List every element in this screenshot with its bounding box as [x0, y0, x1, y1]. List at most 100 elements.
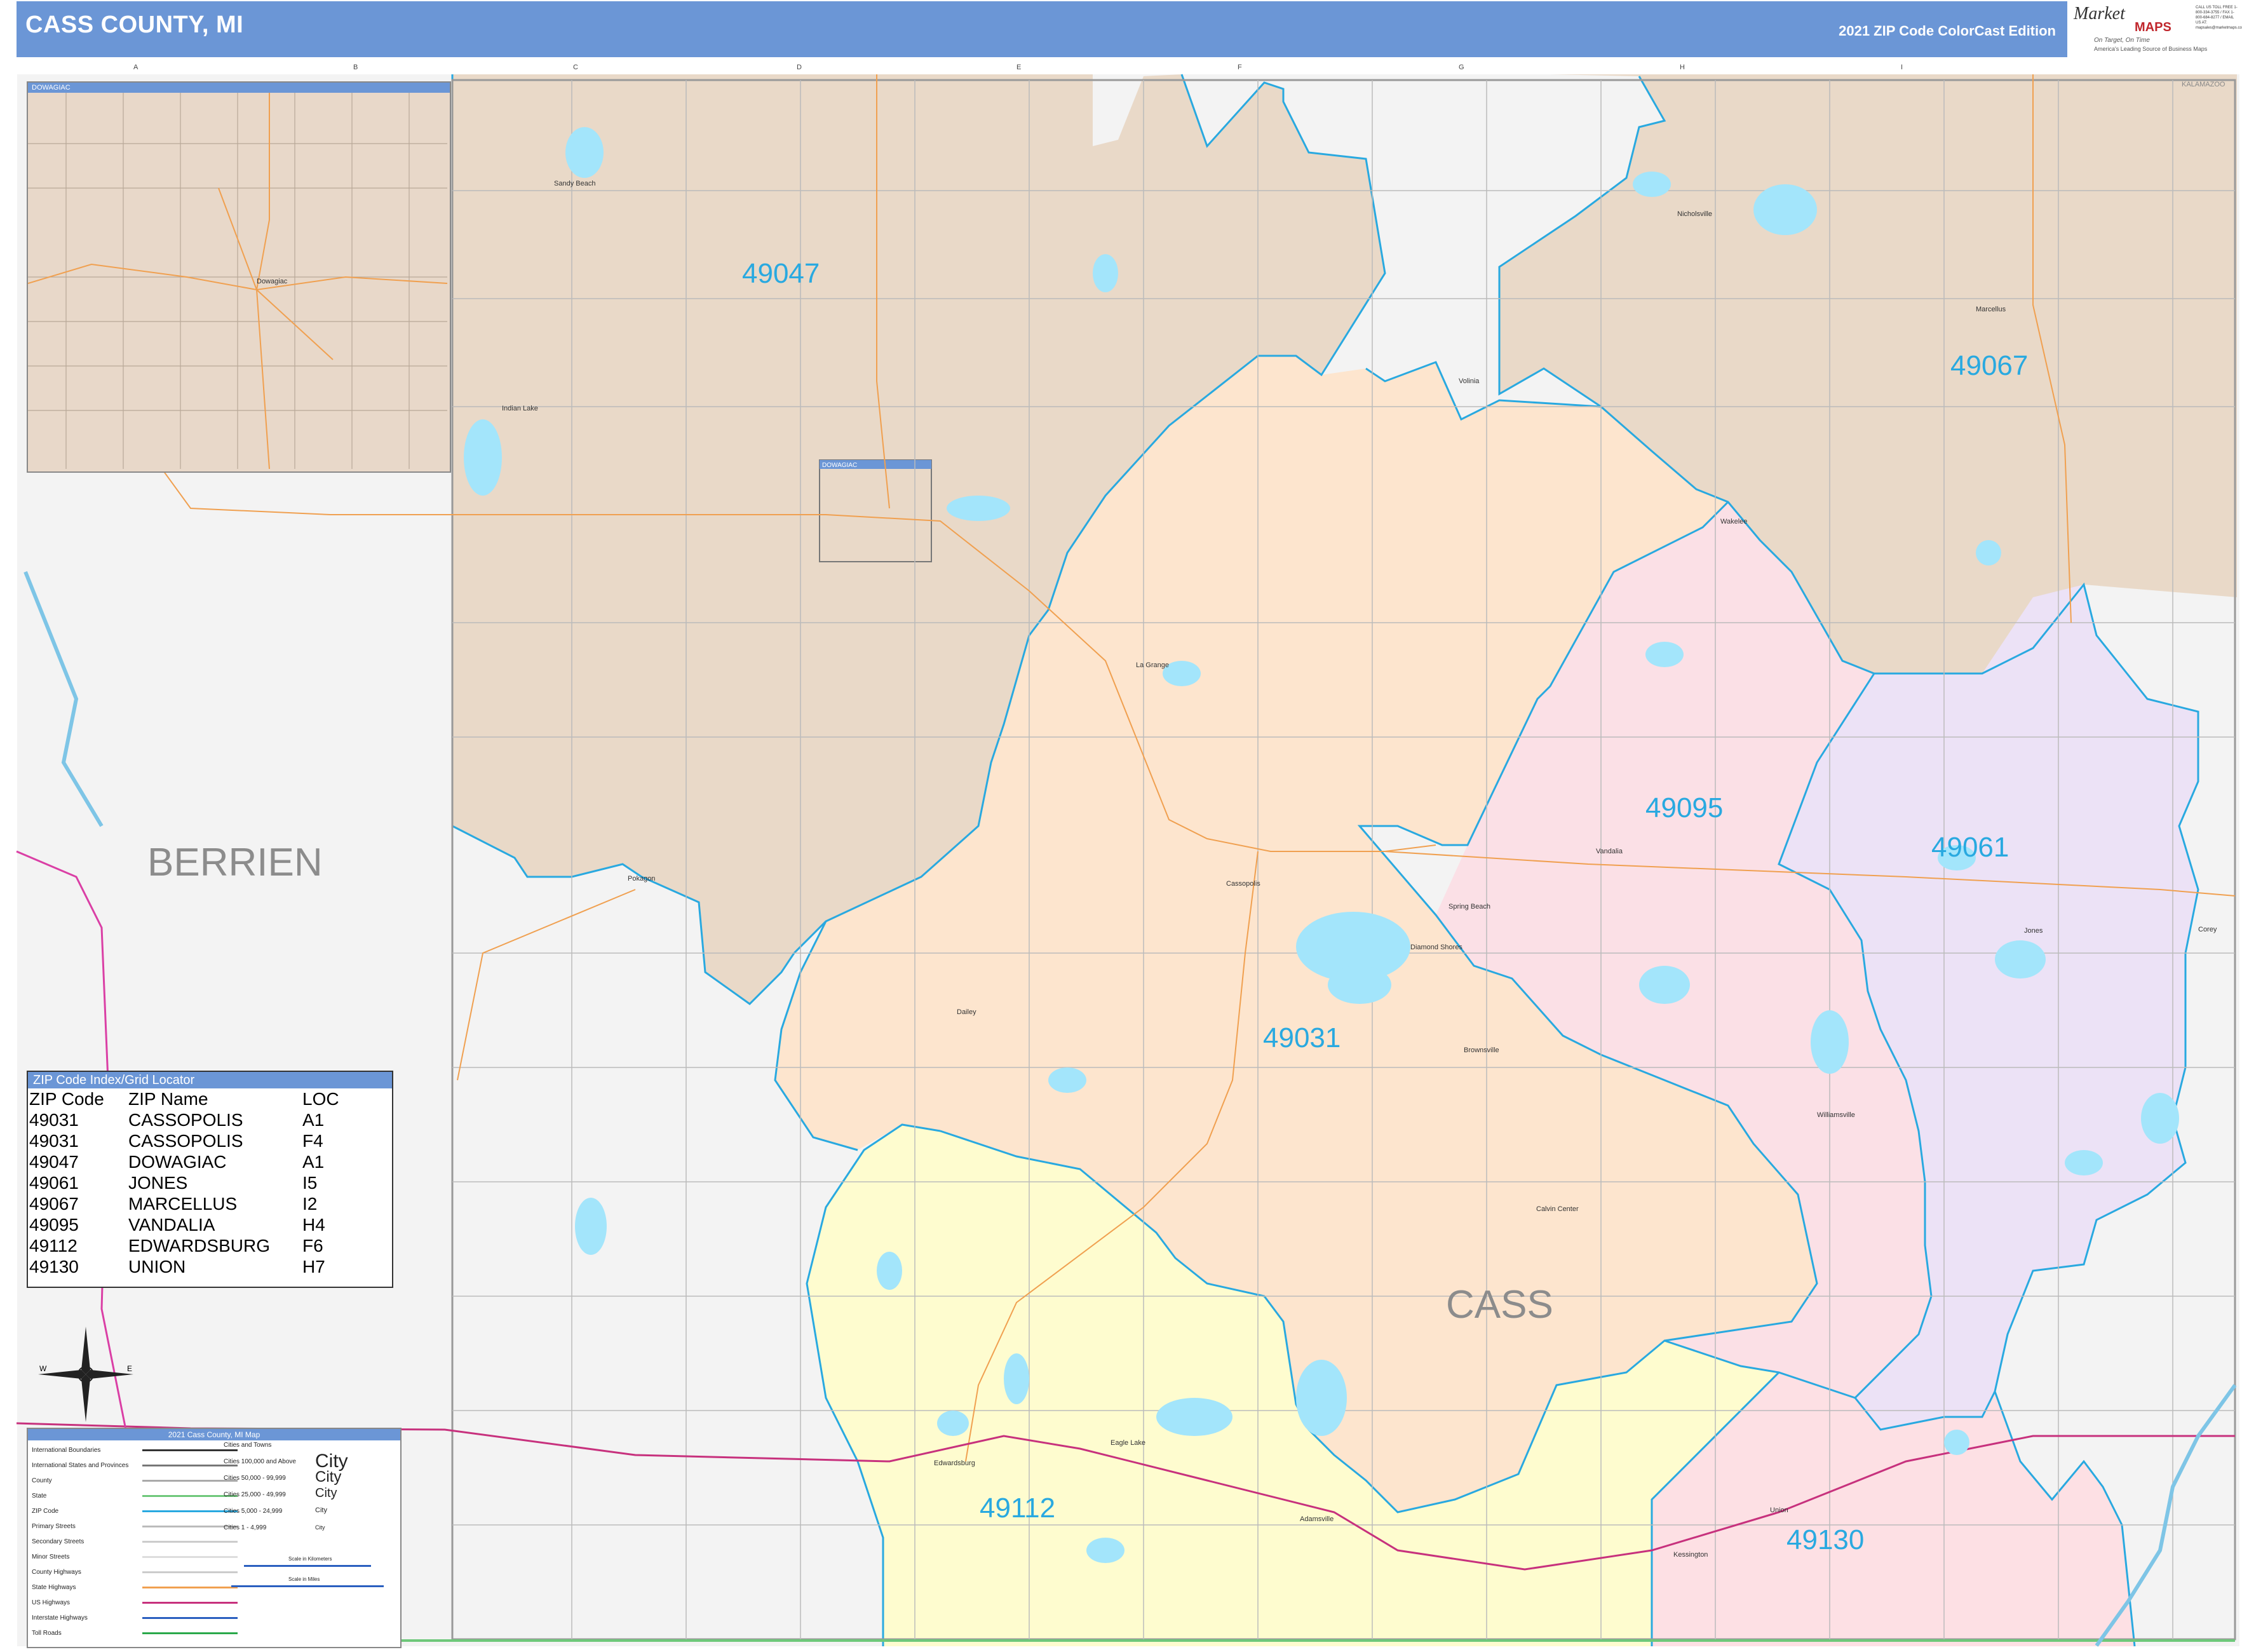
zip-index-header-row: ZIP Code ZIP Name LOC [29, 1088, 342, 1109]
name-cell: UNION [128, 1257, 186, 1276]
legend-cities-header: Cities and Towns [224, 1442, 272, 1449]
scale-km-label: Scale in Kilometers [288, 1556, 332, 1562]
lake [1156, 1398, 1232, 1436]
scale-mi-label: Scale in Miles [288, 1576, 320, 1582]
zip-cell: 49130 [29, 1257, 79, 1276]
table-row: 49047 DOWAGIAC A1 [29, 1151, 342, 1172]
legend-city-class: Cities 25,000 - 49,999 [224, 1491, 286, 1498]
place-label: Dailey [957, 1008, 976, 1016]
legend-city-class: Cities 50,000 - 99,999 [224, 1475, 286, 1482]
table-row: 49112 EDWARDSBURG F6 [29, 1235, 342, 1256]
legend-item: ZIP Code [32, 1508, 59, 1515]
inset-streets: Dowagiac [28, 93, 447, 469]
place-label: Edwardsburg [934, 1459, 975, 1467]
place-label: Vandalia [1596, 848, 1623, 855]
name-cell: VANDALIA [128, 1215, 215, 1235]
lake [565, 127, 604, 178]
col-header: ZIP Code [29, 1089, 104, 1109]
legend-city-sample: City [315, 1468, 342, 1486]
place-label: Diamond Shores [1410, 944, 1462, 951]
edge-label-kalamazoo: KALAMAZOO [2182, 81, 2225, 88]
table-row: 49031 CASSOPOLIS F4 [29, 1130, 342, 1151]
legend-city-class: Cities 1 - 4,999 [224, 1524, 267, 1531]
legend-city-sample: City [315, 1506, 327, 1514]
col-header: ZIP Name [128, 1089, 208, 1109]
place-label: Williamsville [1817, 1111, 1855, 1119]
lake [1093, 254, 1118, 292]
scale-bar-mi [231, 1585, 384, 1587]
zip-cell: 49031 [29, 1131, 79, 1151]
legend-line [142, 1632, 238, 1634]
inset-place-label: Dowagiac [257, 278, 288, 285]
legend-line [142, 1541, 238, 1543]
lake [2065, 1150, 2103, 1175]
dowagiac-inset-map[interactable]: DOWAGIAC Dowagiac [27, 81, 451, 473]
legend-item: Interstate Highways [32, 1615, 88, 1622]
place-label: Wakelee [1720, 518, 1747, 525]
place-label: Corey [2198, 926, 2217, 933]
legend-line [142, 1602, 238, 1604]
lake [1976, 540, 2001, 565]
loc-cell: F4 [302, 1131, 323, 1151]
zip-label-49130: 49130 [1786, 1524, 1864, 1555]
place-label: La Grange [1136, 661, 1169, 669]
lake [947, 496, 1010, 521]
county-label-berrien: BERRIEN [147, 841, 323, 884]
legend-item: County Highways [32, 1569, 81, 1576]
lake [877, 1252, 902, 1290]
lake [1048, 1067, 1086, 1093]
lake [937, 1411, 969, 1436]
name-cell: CASSOPOLIS [128, 1131, 243, 1151]
legend-item: Toll Roads [32, 1630, 62, 1637]
name-cell: MARCELLUS [128, 1194, 238, 1214]
place-label: Pokagon [628, 875, 655, 883]
table-row: 49130 UNION H7 [29, 1256, 342, 1277]
loc-cell: I2 [302, 1194, 318, 1214]
legend-city-class: Cities 100,000 and Above [224, 1458, 296, 1465]
lake [1753, 184, 1817, 235]
zip-index-title: ZIP Code Index/Grid Locator [28, 1072, 392, 1088]
name-cell: CASSOPOLIS [128, 1110, 243, 1130]
zip-cell: 49047 [29, 1152, 79, 1172]
zip-label-49067: 49067 [1950, 350, 2028, 381]
place-label: Indian Lake [502, 405, 538, 412]
place-label: Jones [2024, 927, 2043, 935]
lake [1944, 1430, 1969, 1455]
zip-label-49031: 49031 [1263, 1022, 1340, 1053]
zip-index-table: ZIP Code ZIP Name LOC 49031 CASSOPOLIS A1 … [29, 1088, 342, 1277]
place-label: Volinia [1459, 377, 1480, 385]
compass-s: S [83, 1421, 88, 1422]
zip-cell: 49031 [29, 1110, 79, 1130]
place-label: Kessington [1673, 1551, 1708, 1559]
legend-item: State [32, 1493, 47, 1500]
compass-w: W [39, 1364, 47, 1373]
legend-line [142, 1556, 238, 1558]
lake [1633, 172, 1671, 197]
lake [1811, 1010, 1849, 1074]
lake [2141, 1093, 2179, 1144]
place-label: Spring Beach [1449, 903, 1490, 911]
legend-line [142, 1587, 238, 1588]
legend-item: State Highways [32, 1584, 76, 1591]
loc-cell: F6 [302, 1236, 323, 1256]
place-label: Cassopolis [1226, 880, 1260, 888]
compass-rose-icon: N S W E [38, 1327, 133, 1422]
map-legend: 2021 Cass County, MI Map International B… [27, 1428, 402, 1648]
inset-title: DOWAGIAC [28, 83, 450, 93]
zip-label-49061: 49061 [1931, 832, 2009, 863]
table-row: 49095 VANDALIA H4 [29, 1214, 342, 1235]
place-label: Union [1770, 1506, 1788, 1514]
table-row: 49061 JONES I5 [29, 1172, 342, 1193]
compass-e: E [127, 1364, 132, 1373]
county-label-cass: CASS [1446, 1283, 1553, 1327]
legend-item: Secondary Streets [32, 1538, 84, 1545]
place-label: Calvin Center [1536, 1205, 1579, 1213]
lake [1086, 1538, 1124, 1563]
place-label: Eagle Lake [1111, 1439, 1145, 1447]
place-label: Adamsville [1300, 1515, 1334, 1523]
place-label: Sandy Beach [554, 180, 595, 187]
loc-cell: H7 [302, 1257, 325, 1276]
loc-cell: A1 [302, 1110, 325, 1130]
legend-line [142, 1449, 238, 1451]
table-row: 49031 CASSOPOLIS A1 [29, 1109, 342, 1130]
